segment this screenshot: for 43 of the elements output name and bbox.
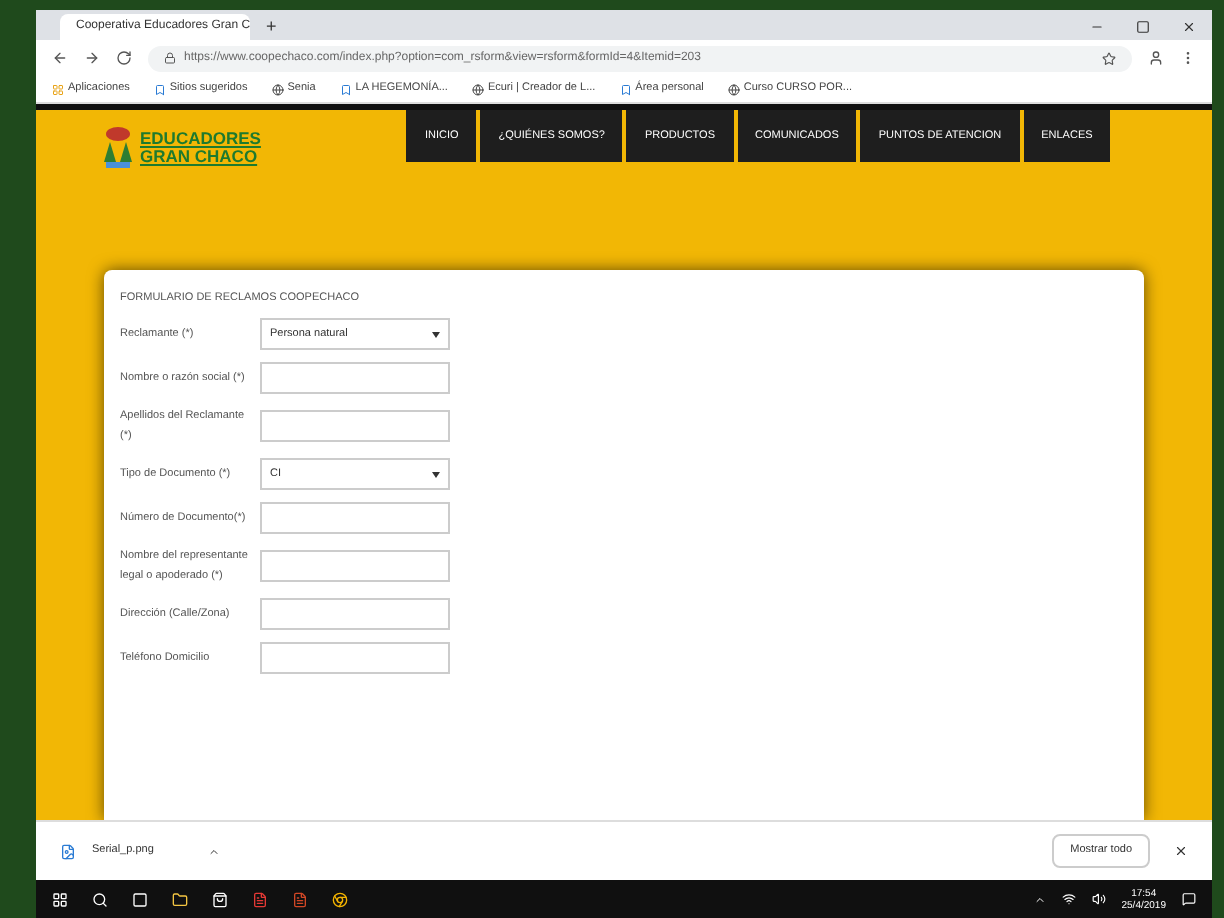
store-icon[interactable] xyxy=(212,891,228,907)
lock-icon xyxy=(164,52,176,64)
input-field[interactable] xyxy=(260,502,450,535)
document-icon[interactable] xyxy=(292,891,308,907)
dropdown-arrow-icon xyxy=(432,471,440,478)
search-icon[interactable] xyxy=(92,891,108,907)
input-field[interactable] xyxy=(260,362,450,395)
logo-text: EDUCADORES xyxy=(140,130,261,148)
notifications-icon[interactable] xyxy=(1182,892,1196,906)
close-icon[interactable] xyxy=(1174,844,1188,858)
reload-icon[interactable] xyxy=(116,50,132,66)
input-field[interactable] xyxy=(260,550,450,583)
dropdown-arrow-icon xyxy=(432,331,440,338)
globe-icon xyxy=(471,83,484,95)
wifi-icon[interactable] xyxy=(1061,892,1076,906)
globe-icon xyxy=(271,83,284,95)
file-icon xyxy=(60,843,76,859)
browser-icon[interactable] xyxy=(332,891,348,907)
bookmark-icon xyxy=(153,83,166,95)
profile-icon[interactable] xyxy=(1148,50,1164,66)
minimize-icon[interactable] xyxy=(1090,20,1104,34)
volume-icon[interactable] xyxy=(1091,892,1106,906)
windows-start-icon[interactable] xyxy=(52,891,68,907)
tree-logo-icon xyxy=(104,126,132,170)
new-tab-button[interactable]: + xyxy=(266,18,277,36)
forward-icon[interactable] xyxy=(84,50,100,66)
document-icon[interactable] xyxy=(252,891,268,907)
bookmark-icon xyxy=(339,83,352,95)
back-icon[interactable] xyxy=(52,50,68,66)
bookmark-icon xyxy=(619,83,632,95)
input-field[interactable] xyxy=(260,410,450,443)
maximize-icon[interactable] xyxy=(1136,20,1150,34)
caret-icon[interactable] xyxy=(1033,893,1046,905)
input-field[interactable] xyxy=(260,598,450,631)
caret-icon xyxy=(208,845,220,857)
task-view-icon[interactable] xyxy=(132,891,148,907)
globe-icon xyxy=(727,83,740,95)
folder-icon[interactable] xyxy=(172,891,188,907)
close-icon[interactable] xyxy=(1182,20,1196,34)
logo-text: GRAN CHACO xyxy=(140,148,260,166)
apps-grid-icon xyxy=(52,83,64,95)
input-field[interactable] xyxy=(260,642,450,675)
star-icon[interactable] xyxy=(1102,51,1116,65)
